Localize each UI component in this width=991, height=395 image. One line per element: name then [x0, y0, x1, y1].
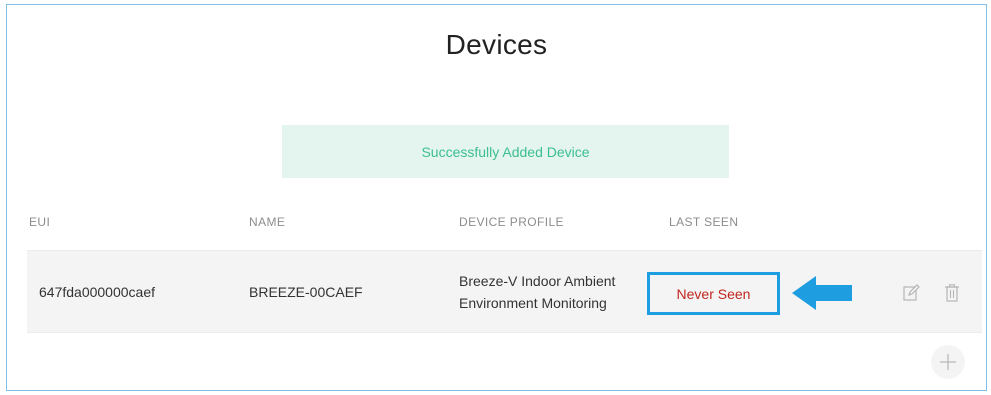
device-name[interactable]: BREEZE-00CAEF	[249, 284, 363, 300]
arrow-left-icon	[792, 276, 852, 310]
last-seen-status: Never Seen	[676, 285, 751, 302]
device-profile-line-2: Environment Monitoring	[459, 295, 607, 311]
column-header-name: NAME	[249, 215, 286, 229]
column-header-device-profile: DEVICE PROFILE	[459, 215, 564, 229]
success-alert-text: Successfully Added Device	[421, 143, 590, 160]
success-alert: Successfully Added Device	[282, 125, 729, 178]
device-profile-line-1: Breeze-V Indoor Ambient	[459, 273, 616, 289]
column-header-eui: EUI	[29, 215, 51, 229]
last-seen-highlight: Never Seen	[647, 272, 780, 315]
plus-icon	[940, 354, 956, 370]
edit-icon[interactable]	[902, 284, 920, 302]
column-header-last-seen: LAST SEEN	[669, 215, 739, 229]
page-title: Devices	[445, 29, 548, 60]
trash-icon[interactable]	[944, 284, 960, 302]
device-profile: Breeze-V Indoor Ambient Environment Moni…	[459, 270, 615, 314]
devices-panel: Devices Successfully Added Device EUI NA…	[6, 4, 987, 391]
add-device-button[interactable]	[931, 345, 965, 379]
device-eui: 647fda000000caef	[39, 284, 155, 300]
table-row[interactable]: 647fda000000caef BREEZE-00CAEF Breeze-V …	[27, 250, 982, 333]
